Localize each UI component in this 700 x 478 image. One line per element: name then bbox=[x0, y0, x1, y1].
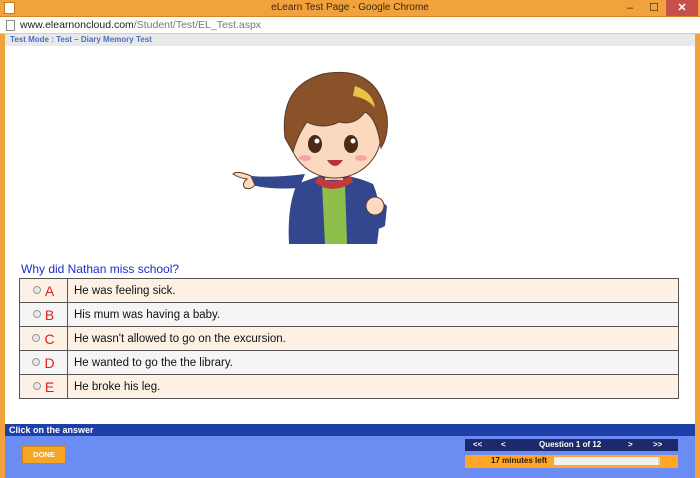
done-button[interactable]: DONE bbox=[22, 446, 66, 464]
answer-text[interactable]: He wasn't allowed to go on the excursion… bbox=[67, 326, 679, 351]
answer-letter: E bbox=[44, 378, 55, 395]
answer-option-d[interactable]: D He wanted to go the the library. bbox=[19, 350, 679, 375]
url-path: /Student/Test/EL_Test.aspx bbox=[133, 19, 262, 31]
test-footer: Click on the answer DONE << < Question 1… bbox=[5, 424, 695, 478]
answer-text[interactable]: He wanted to go the the library. bbox=[67, 350, 679, 375]
answer-text[interactable]: He broke his leg. bbox=[67, 374, 679, 399]
time-progress-bar bbox=[554, 457, 660, 465]
first-question-button[interactable]: << bbox=[473, 439, 482, 451]
answer-letter: B bbox=[44, 306, 55, 323]
test-mode-label: Test Mode : Test – Diary Memory Test bbox=[5, 34, 695, 46]
answer-text[interactable]: His mum was having a baby. bbox=[67, 302, 679, 327]
answer-option-e[interactable]: E He broke his leg. bbox=[19, 374, 679, 399]
answer-option-a[interactable]: A He was feeling sick. bbox=[19, 278, 679, 303]
boy-pointing-illustration bbox=[232, 71, 388, 244]
url-host: www.elearnoncloud.com bbox=[20, 19, 134, 31]
radio-icon[interactable] bbox=[32, 358, 41, 367]
answer-letter: A bbox=[44, 282, 55, 299]
window-titlebar: eLearn Test Page - Google Chrome – ☐ ✕ bbox=[0, 0, 700, 17]
radio-icon[interactable] bbox=[32, 286, 41, 295]
answer-option-b[interactable]: B His mum was having a baby. bbox=[19, 302, 679, 327]
answer-selector[interactable]: D bbox=[19, 350, 68, 375]
page-icon bbox=[6, 20, 15, 31]
time-left-text: 17 minutes left bbox=[491, 456, 548, 465]
minimize-button[interactable]: – bbox=[618, 0, 642, 16]
answer-selector[interactable]: A bbox=[19, 278, 68, 303]
answer-letter: D bbox=[44, 354, 55, 371]
question-position: Question 1 of 12 bbox=[539, 440, 602, 449]
answer-table: A He was feeling sick. B His mum was hav… bbox=[19, 278, 679, 399]
time-remaining: 17 minutes left bbox=[465, 455, 678, 468]
test-content: Why did Nathan miss school? A He was fee… bbox=[5, 46, 695, 424]
radio-icon[interactable] bbox=[32, 310, 41, 319]
url-text[interactable]: www.elearnoncloud.com/Student/Test/EL_Te… bbox=[20, 19, 261, 31]
answer-option-c[interactable]: C He wasn't allowed to go on the excursi… bbox=[19, 326, 679, 351]
window-frame-right bbox=[695, 34, 700, 478]
answer-selector[interactable]: B bbox=[19, 302, 68, 327]
question-text: Why did Nathan miss school? bbox=[21, 262, 180, 276]
answer-selector[interactable]: E bbox=[19, 374, 68, 399]
radio-icon[interactable] bbox=[32, 382, 41, 391]
question-navigation: << < Question 1 of 12 > >> bbox=[465, 439, 678, 451]
previous-question-button[interactable]: < bbox=[501, 439, 506, 451]
close-button[interactable]: ✕ bbox=[666, 0, 698, 16]
maximize-button[interactable]: ☐ bbox=[642, 0, 666, 16]
address-bar[interactable]: www.elearnoncloud.com/Student/Test/EL_Te… bbox=[0, 17, 700, 34]
radio-icon[interactable] bbox=[32, 334, 41, 343]
last-question-button[interactable]: >> bbox=[653, 439, 662, 451]
time-progress-fill bbox=[554, 457, 658, 465]
answer-selector[interactable]: C bbox=[19, 326, 68, 351]
answer-letter: C bbox=[44, 330, 55, 347]
window-title: eLearn Test Page - Google Chrome bbox=[271, 2, 429, 13]
next-question-button[interactable]: > bbox=[628, 439, 633, 451]
answer-text[interactable]: He was feeling sick. bbox=[67, 278, 679, 303]
instruction-text: Click on the answer bbox=[5, 424, 695, 436]
